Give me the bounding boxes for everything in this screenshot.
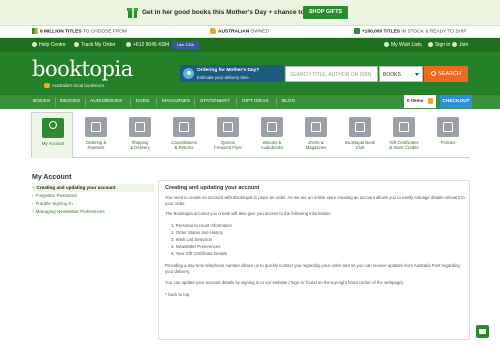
book-club-icon xyxy=(349,117,371,137)
location-icon xyxy=(183,68,194,79)
page-title: My Account xyxy=(32,174,72,181)
article-paragraph: You need to create an account with Bookt… xyxy=(165,195,465,206)
tab-policies[interactable]: Policies xyxy=(427,112,469,158)
nav-gift-ideas[interactable]: GIFT IDEAS xyxy=(242,99,269,104)
nav-books[interactable]: BOOKS xyxy=(33,99,50,104)
mothers-day-delivery-button[interactable]: Ordering for Mother's Day? Estimate your… xyxy=(180,65,284,82)
sidebar-link-newsletter[interactable]: Managing Newsletter Preferences xyxy=(32,208,154,216)
disc-icon xyxy=(305,117,327,137)
gift-icon xyxy=(127,6,138,18)
shop-gifts-button[interactable]: SHOP GIFTS xyxy=(303,6,348,19)
article-panel: Creating and updating your account You n… xyxy=(158,180,470,340)
tab-shipping-delivery[interactable]: Shipping & Delivery xyxy=(119,112,161,158)
promo-text: Get in her good books this Mother's Day … xyxy=(142,9,322,16)
nav-dvds[interactable]: DVDS xyxy=(136,99,149,104)
facebook-like-button[interactable]: Like 131k xyxy=(172,41,199,49)
tab-ebooks-audiobooks[interactable]: eBooks & Audiobooks xyxy=(251,112,293,158)
tab-qantas[interactable]: Qantas Frequent Flyer xyxy=(207,112,249,158)
promo-banner[interactable]: Get in her good books this Mother's Day … xyxy=(0,0,500,26)
search-button[interactable]: SEARCH xyxy=(424,66,468,82)
back-to-top-link[interactable]: ^ back to top xyxy=(165,292,189,297)
truck-icon xyxy=(354,28,360,34)
tab-my-account[interactable]: My Account xyxy=(31,112,73,158)
ebook-icon xyxy=(261,117,283,137)
australia-icon xyxy=(210,28,216,34)
help-topic-tabs: My Account Ordering & Payment Shipping & D… xyxy=(31,112,470,158)
chat-button[interactable] xyxy=(476,325,489,338)
join-link[interactable]: Join xyxy=(452,41,468,48)
tab-book-club[interactable]: Booktopia Book Club xyxy=(339,112,381,158)
tagline: Australia's local bookstore xyxy=(44,83,104,88)
list-item: 5. Your Gift Certificate Details xyxy=(171,251,228,256)
list-item: 3. Wish List Selection xyxy=(171,237,213,242)
phone-number: +612 9045 4394 xyxy=(126,41,169,48)
wishlist-link[interactable]: My Wish Lists xyxy=(384,41,422,48)
category-select[interactable]: BOOKS xyxy=(379,66,423,82)
tab-ordering-payment[interactable]: Ordering & Payment xyxy=(75,112,117,158)
article-paragraph: You can update your account details by s… xyxy=(165,280,405,285)
cart-icon xyxy=(85,117,107,137)
chevron-down-icon xyxy=(415,73,419,76)
nav-audiobooks[interactable]: AUDIOBOOKS xyxy=(90,99,122,104)
checkout-button[interactable]: CHECKOUT xyxy=(440,95,472,108)
sidebar-link-trouble-signing-in[interactable]: Trouble Signing In xyxy=(32,200,154,208)
list-item: 1. Personal Account Information xyxy=(171,223,232,228)
nav-magazines[interactable]: MAGAZINES xyxy=(162,99,190,104)
top-nav: Help Centre Track My Order +612 9045 439… xyxy=(0,38,500,52)
sign-in-link[interactable]: Sign in xyxy=(428,41,450,48)
list-item: 2. Order Status and History xyxy=(171,230,224,235)
user-icon xyxy=(428,41,433,47)
usp-bar: 6 MILLION TITLES TO CHOOSE FROM AUSTRALI… xyxy=(0,26,500,38)
user-icon xyxy=(42,118,64,138)
chat-icon xyxy=(479,328,486,334)
article-paragraph: Providing a day-time telephone number al… xyxy=(165,263,460,274)
nav-blog[interactable]: BLOG xyxy=(282,99,295,104)
article-paragraph: The Booktopia account you create will al… xyxy=(165,211,332,216)
phone-icon xyxy=(126,41,131,47)
gift-icon xyxy=(393,117,415,137)
article-title: Creating and updating your account xyxy=(165,185,260,191)
tab-gift-certificates[interactable]: Gift Certificates & Store Credits xyxy=(383,112,425,158)
booktopia-logo[interactable]: booktopia xyxy=(32,57,133,81)
sidebar-link-creating-account[interactable]: Creating and updating your account xyxy=(32,184,154,192)
sidebar: Creating and updating your account Forgo… xyxy=(32,184,154,216)
australia-icon xyxy=(44,83,50,88)
nav-ebooks[interactable]: EBOOKS xyxy=(60,99,80,104)
help-centre-link[interactable]: Help Centre xyxy=(32,41,66,48)
cart-icon xyxy=(428,98,433,104)
truck-icon xyxy=(129,117,151,137)
list-item: 4. Newsletter Preferences xyxy=(171,244,221,249)
track-order-link[interactable]: Track My Order xyxy=(74,41,116,48)
tab-dvds-magazines[interactable]: DVDs & Magazines xyxy=(295,112,337,158)
heart-icon xyxy=(384,41,389,47)
nav-stationery[interactable]: STATIONERY xyxy=(200,99,230,104)
usp-stock: +100,000 TITLES IN STOCK & READY TO SHIP xyxy=(354,28,467,34)
books-icon xyxy=(32,28,38,34)
usp-australian: AUSTRALIAN OWNED xyxy=(210,28,269,34)
sidebar-link-forgotten-password[interactable]: Forgotten Password xyxy=(32,192,154,200)
search-icon xyxy=(431,71,437,76)
document-icon xyxy=(437,117,459,137)
tab-cancellations-returns[interactable]: Cancellations & Returns xyxy=(163,112,205,158)
help-icon xyxy=(32,41,37,47)
return-arrow-icon xyxy=(173,117,195,137)
search-input[interactable]: SEARCH TITLE, AUTHOR OR ISBN xyxy=(285,66,378,82)
usp-titles: 6 MILLION TITLES TO CHOOSE FROM xyxy=(32,28,127,34)
plane-icon xyxy=(217,117,239,137)
cart-button[interactable]: 0 Items xyxy=(404,95,436,108)
user-plus-icon xyxy=(452,41,457,47)
truck-icon xyxy=(74,41,79,47)
